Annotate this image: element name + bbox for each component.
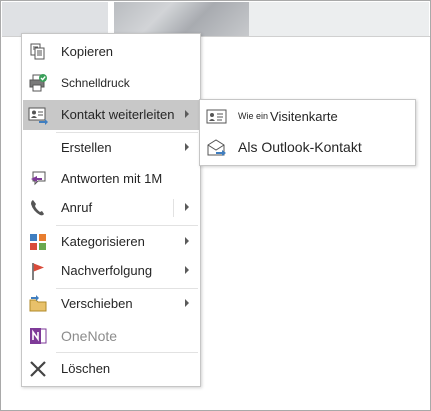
menu-separator (56, 352, 198, 353)
menu-item-label: Kopieren (61, 44, 114, 59)
submenu-item-label: Wie ein Visitenkarte (238, 109, 338, 124)
split-separator (173, 199, 174, 217)
forward-contact-submenu: Wie ein Visitenkarte Als Outlook-Kontakt (199, 99, 416, 166)
background-panel (2, 2, 108, 36)
submenu-arrow-icon (185, 143, 189, 151)
reply-im-icon (28, 169, 48, 189)
menu-item-follow-up[interactable]: Nachverfolgung (23, 256, 199, 286)
menu-item-quick-print[interactable]: Schnelldruck (23, 68, 199, 98)
submenu-arrow-icon (185, 203, 189, 211)
menu-item-categorize[interactable]: Kategorisieren (23, 227, 199, 257)
menu-item-label: Anruf (61, 200, 93, 215)
submenu-arrow-icon (185, 110, 189, 118)
menu-item-label: OneNote (61, 328, 118, 344)
forward-contact-icon (28, 105, 48, 125)
business-card-icon (206, 107, 228, 127)
background-contact-photo (114, 2, 249, 36)
submenu-arrow-icon (185, 299, 189, 307)
submenu-item-business-card[interactable]: Wie ein Visitenkarte (201, 101, 414, 132)
menu-item-call[interactable]: Anruf (23, 193, 199, 223)
menu-item-forward-contact[interactable]: Kontakt weiterleiten (23, 100, 199, 130)
menu-item-move[interactable]: Verschieben (23, 289, 199, 319)
menu-item-label: Nachverfolgung (61, 263, 153, 278)
quick-print-icon (28, 73, 48, 93)
menu-item-label: Antworten mit 1M (61, 171, 163, 186)
phone-icon (28, 198, 48, 218)
onenote-icon (28, 326, 48, 346)
follow-up-flag-icon (28, 261, 48, 281)
move-folder-icon (28, 294, 48, 314)
menu-item-label: Kontakt weiterleiten (61, 107, 175, 122)
menu-item-reply-im[interactable]: Antworten mit 1M (23, 164, 199, 194)
background-panel (249, 2, 429, 36)
submenu-item-label: Als Outlook-Kontakt (238, 139, 362, 155)
categorize-icon (28, 232, 48, 252)
outlook-contact-icon (206, 138, 228, 158)
menu-item-label: Kategorisieren (61, 234, 145, 249)
submenu-item-outlook-contact[interactable]: Als Outlook-Kontakt (201, 132, 414, 163)
delete-icon (28, 359, 48, 379)
submenu-arrow-icon (185, 266, 189, 274)
menu-item-label: Schnelldruck (61, 76, 130, 90)
menu-separator (56, 225, 198, 226)
copy-icon (28, 42, 48, 62)
menu-item-label: Löschen (61, 361, 111, 376)
menu-item-label: Verschieben (61, 296, 133, 311)
menu-item-create[interactable]: Erstellen (23, 133, 199, 163)
context-menu: Kopieren Schnelldruck Kontakt weiterleit… (21, 33, 201, 387)
menu-item-label: Erstellen (61, 140, 112, 155)
menu-item-copy[interactable]: Kopieren (23, 37, 199, 67)
menu-item-onenote: OneNote (23, 321, 199, 351)
menu-item-delete[interactable]: Löschen (23, 354, 199, 384)
submenu-arrow-icon (185, 237, 189, 245)
